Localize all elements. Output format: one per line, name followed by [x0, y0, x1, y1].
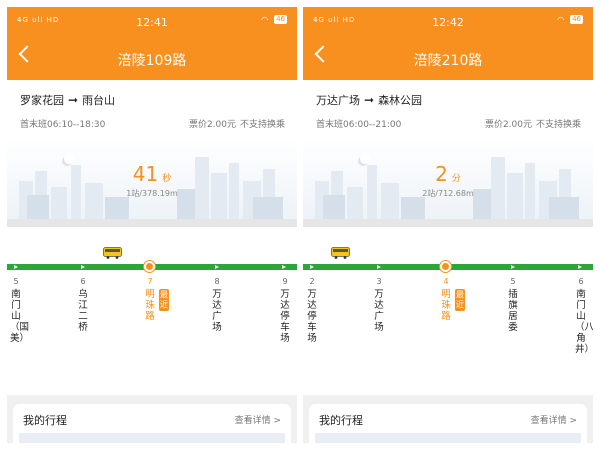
city-skyline-illustration: 2分 2站/712.68m — [303, 137, 593, 219]
my-trip-card[interactable]: 我的行程 查看详情 > — [309, 404, 587, 443]
current-stop-marker — [440, 261, 451, 272]
clock: 12:41 — [136, 16, 168, 29]
header: 4G ull HD 12:42 ◠ 46 涪陵210路 — [303, 7, 593, 80]
route-info: 万达广场 ➞ 森林公园 首末班06:00--21:00 票价2.00元 不支持换… — [303, 80, 593, 137]
wifi-icon: ◠ — [557, 15, 565, 24]
bus-screen-1: 4G ull HD 12:41 ◠ 46 涪陵109路 罗家花园 ➞ 雨台山 首… — [7, 7, 297, 443]
station-number: 9 — [282, 277, 288, 286]
header: 4G ull HD 12:41 ◠ 46 涪陵109路 — [7, 7, 297, 80]
nearest-badge: 最近 — [455, 289, 465, 311]
origin-stop: 万达广场 — [316, 94, 360, 107]
page-title: 涪陵109路 — [117, 53, 187, 69]
divider — [7, 219, 297, 227]
battery-icon: 46 — [570, 15, 583, 24]
origin-stop: 罗家花园 — [20, 94, 64, 107]
fare: 票价2.00元 — [188, 120, 236, 130]
status-bar: 4G ull HD 12:41 ◠ 46 — [7, 7, 297, 35]
my-trip-card[interactable]: 我的行程 查看详情 > — [13, 404, 291, 443]
trip-title: 我的行程 — [23, 414, 67, 427]
direction-arrow-icon — [310, 265, 314, 269]
station-name[interactable]: 插旗居委 — [507, 289, 519, 333]
station-number: 2 — [309, 277, 315, 286]
station-number: 6 — [80, 277, 86, 286]
nearest-badge: 最近 — [159, 289, 169, 311]
transfer-note: 不支持换乘 — [239, 120, 285, 130]
route-line[interactable]: 2 万达停车场 3 万达广场 4 明珠路 最近 5 插旗居委 6 南门山（八角井… — [303, 227, 593, 395]
direction-arrow-icon — [215, 265, 219, 269]
current-stop-marker — [144, 261, 155, 272]
trip-title: 我的行程 — [319, 414, 363, 427]
direction-arrow-icon — [282, 265, 286, 269]
arrival-time: 41 秒 — [7, 162, 297, 186]
station-number: 5 — [13, 277, 19, 286]
destination-stop: 雨台山 — [82, 94, 116, 107]
station-number: 5 — [510, 277, 516, 286]
eta-distance: 1站/378.19m — [126, 189, 178, 198]
station-number: 6 — [578, 277, 584, 286]
station-number: 4 — [443, 277, 449, 286]
clock: 12:42 — [432, 16, 464, 29]
arrow-right-icon: ➞ — [68, 93, 79, 107]
station-name[interactable]: 南门山（八角井） — [575, 289, 593, 355]
station-name[interactable]: 万达停车场 — [306, 289, 318, 344]
battery-icon: 46 — [274, 15, 287, 24]
schedule: 首末班06:10--18:30 — [20, 120, 106, 130]
station-name[interactable]: 万达停车场 — [279, 289, 291, 344]
route-direction[interactable]: 罗家花园 ➞ 雨台山 — [20, 92, 115, 108]
direction-arrow-icon — [377, 265, 381, 269]
page-title: 涪陵210路 — [413, 53, 483, 69]
fare: 票价2.00元 — [484, 120, 532, 130]
city-skyline-illustration: 41 秒 1站/378.19m — [7, 137, 297, 219]
arrival-time: 2分 — [303, 162, 593, 186]
bus-icon — [103, 247, 122, 259]
schedule: 首末班06:00--21:00 — [316, 120, 402, 130]
eta-distance: 2站/712.68m — [422, 189, 474, 198]
current-station-name[interactable]: 明珠路 — [440, 289, 452, 322]
transfer-note: 不支持换乘 — [535, 120, 581, 130]
station-number: 8 — [214, 277, 220, 286]
direction-arrow-icon — [511, 265, 515, 269]
current-station-name[interactable]: 明珠路 — [144, 289, 156, 322]
route-info: 罗家花园 ➞ 雨台山 首末班06:10--18:30 票价2.00元 不支持换乘 — [7, 80, 297, 137]
station-number: 3 — [376, 277, 382, 286]
view-details-link[interactable]: 查看详情 > — [531, 413, 577, 426]
route-line[interactable]: 5 南门山（国美） 6 乌江二桥 7 明珠路 最近 8 万达广场 9 万达停车场 — [7, 227, 297, 395]
eta-value: 41 — [132, 162, 159, 186]
bus-screen-2: 4G ull HD 12:42 ◠ 46 涪陵210路 万达广场 ➞ 森林公园 … — [303, 7, 593, 443]
bus-icon — [331, 247, 350, 259]
status-bar: 4G ull HD 12:42 ◠ 46 — [303, 7, 593, 35]
direction-arrow-icon — [81, 265, 85, 269]
route-direction[interactable]: 万达广场 ➞ 森林公园 — [316, 92, 422, 108]
eta-value: 2 — [435, 162, 448, 186]
station-name[interactable]: 万达广场 — [373, 289, 385, 333]
station-name[interactable]: 南门山（国美） — [10, 289, 29, 344]
station-name[interactable]: 万达广场 — [211, 289, 223, 333]
eta-unit: 秒 — [162, 174, 172, 184]
eta-unit: 分 — [451, 174, 461, 184]
direction-arrow-icon — [578, 265, 582, 269]
wifi-icon: ◠ — [261, 15, 269, 24]
divider — [303, 219, 593, 227]
arrow-right-icon: ➞ — [364, 93, 375, 107]
trip-map[interactable] — [315, 433, 581, 443]
view-details-link[interactable]: 查看详情 > — [235, 413, 281, 426]
destination-stop: 森林公园 — [378, 94, 423, 107]
trip-map[interactable] — [19, 433, 285, 443]
station-number: 7 — [147, 277, 153, 286]
station-name[interactable]: 乌江二桥 — [77, 289, 89, 333]
direction-arrow-icon — [14, 265, 18, 269]
